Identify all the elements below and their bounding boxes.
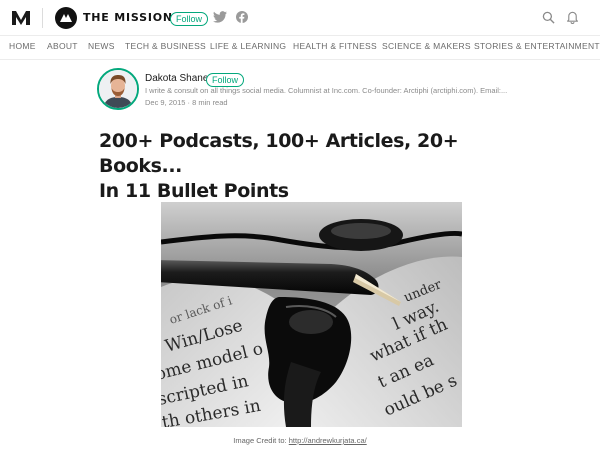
caption-link[interactable]: http://andrewkurjata.ca/ bbox=[289, 436, 367, 445]
article-title-line-1: 200+ Podcasts, 100+ Articles, 20+ Books.… bbox=[99, 130, 459, 177]
medium-logo-icon[interactable] bbox=[11, 9, 31, 27]
author-follow-button[interactable]: Follow bbox=[206, 73, 245, 87]
twitter-icon[interactable] bbox=[213, 11, 227, 23]
author-bio: I write & consult on all things social m… bbox=[145, 86, 508, 95]
nav-item-tech-business[interactable]: TECH & BUSINESS bbox=[125, 41, 206, 51]
meta-separator: · bbox=[187, 98, 191, 107]
caption-prefix: Image Credit to: bbox=[233, 436, 287, 445]
nav-item-stories-entertainment[interactable]: STORIES & ENTERTAINMENT bbox=[474, 41, 600, 51]
publication-follow-button[interactable]: Follow bbox=[170, 12, 209, 26]
search-icon[interactable] bbox=[542, 11, 555, 24]
bell-icon[interactable] bbox=[566, 10, 579, 24]
nav-item-news[interactable]: NEWS bbox=[88, 41, 115, 51]
hero-image[interactable]: Win/Lose ome model o scripted in th othe… bbox=[161, 202, 462, 427]
author-avatar[interactable] bbox=[97, 68, 139, 110]
nav-item-home[interactable]: HOME bbox=[9, 41, 36, 51]
nav-item-health-fitness[interactable]: HEALTH & FITNESS bbox=[293, 41, 377, 51]
post-date[interactable]: Dec 9, 2015 bbox=[145, 98, 185, 107]
top-bar: THE MISSION Follow bbox=[0, 0, 600, 36]
image-caption: Image Credit to: http://andrewkurjata.ca… bbox=[0, 436, 600, 445]
publication-logo-icon[interactable] bbox=[55, 7, 77, 29]
author-name[interactable]: Dakota Shane bbox=[145, 73, 208, 84]
facebook-icon[interactable] bbox=[236, 11, 248, 23]
divider bbox=[42, 8, 43, 28]
article-title-line-2: In 11 Bullet Points bbox=[99, 180, 289, 202]
read-time: 8 min read bbox=[192, 98, 228, 107]
post-meta: Dec 9, 2015 · 8 min read bbox=[145, 98, 228, 107]
nav-item-science-makers[interactable]: SCIENCE & MAKERS bbox=[382, 41, 471, 51]
category-nav: HOME ABOUT NEWS TECH & BUSINESS LIFE & L… bbox=[0, 36, 600, 60]
article-title: 200+ Podcasts, 100+ Articles, 20+ Books.… bbox=[99, 129, 529, 204]
publication-name[interactable]: THE MISSION bbox=[83, 11, 173, 24]
nav-item-about[interactable]: ABOUT bbox=[47, 41, 78, 51]
nav-item-life-learning[interactable]: LIFE & LEARNING bbox=[210, 41, 286, 51]
